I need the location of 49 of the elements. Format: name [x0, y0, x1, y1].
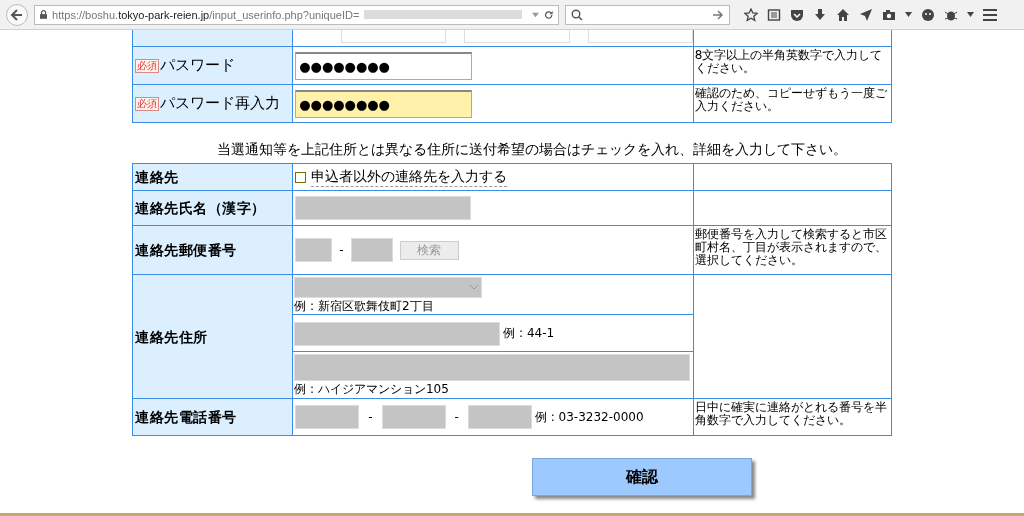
field-label: 連絡先電話番号	[134, 409, 237, 425]
confirm-button[interactable]: 確認	[532, 458, 752, 496]
example-text: 例 : 03-3232-0000	[534, 408, 644, 426]
search-icon	[571, 8, 583, 21]
camera-icon[interactable]	[882, 7, 896, 22]
separator-text: -	[454, 410, 459, 424]
hint-text: 郵便番号を入力して検索すると市区町村名、丁目が表示されますので、選択してください。	[694, 227, 887, 267]
search-field[interactable]	[565, 4, 730, 25]
field-label: 連絡先住所	[134, 328, 208, 345]
back-button[interactable]	[6, 3, 28, 26]
chat-icon[interactable]	[921, 7, 935, 22]
home-icon[interactable]	[836, 7, 850, 22]
star-icon[interactable]	[744, 7, 758, 22]
input-field[interactable]	[587, 30, 693, 43]
dropdown-icon[interactable]	[967, 12, 974, 17]
pocket-icon[interactable]	[790, 7, 804, 22]
notice-text: 当選通知等を上記住所とは異なる住所に送付希望の場合はチェックを入れ、詳細を入力して下さい。	[216, 141, 848, 159]
password-field[interactable]: ●●●●●●●●	[295, 89, 473, 118]
password-field[interactable]: ●●●●●●●●	[295, 51, 473, 80]
url-text: https://boshu.tokyo-park-reien.jp/input_userinfo.php?uniqueID=	[52, 8, 360, 21]
address-bar[interactable]: https://boshu.tokyo-park-reien.jp/input_userinfo.php?uniqueID=	[34, 4, 559, 25]
lock-icon	[40, 9, 48, 20]
download-icon[interactable]	[813, 7, 827, 22]
hint-text: 確認のため、コピーせずもう一度ご入力ください。	[694, 86, 887, 113]
reload-icon[interactable]	[543, 8, 553, 21]
input-field[interactable]	[464, 30, 570, 43]
dropdown-icon[interactable]	[905, 12, 912, 17]
separator-text: -	[339, 243, 344, 257]
input-field[interactable]	[341, 30, 447, 43]
field-label: 連絡先氏名（漢字）	[134, 200, 266, 216]
field-label: パスワード再入力	[160, 94, 280, 113]
separator-text: -	[368, 410, 373, 424]
field-label: 連絡先	[134, 169, 179, 185]
example-text: 例 : ハイジアマンション105	[294, 381, 450, 398]
hint-text: 日中に確実に連絡がとれる番号を半角数字で入力してください。	[694, 400, 887, 427]
hint-text: 8文字以上の半角英数字で入力してください。	[694, 48, 883, 75]
field-label: パスワード	[160, 56, 235, 75]
send-icon[interactable]	[859, 7, 873, 22]
required-badge: 必須	[135, 96, 159, 111]
checkbox[interactable]	[295, 171, 307, 183]
back-arrow-icon	[10, 7, 24, 22]
arrow-icon[interactable]	[713, 9, 724, 20]
chevron-down-icon	[470, 285, 479, 290]
reading-list-icon[interactable]	[767, 7, 781, 22]
example-text: 例 : 新宿区歌舞伎町2丁目	[294, 298, 435, 315]
required-badge: 必須	[135, 58, 159, 73]
menu-icon[interactable]	[983, 8, 997, 21]
example-text: 例 : 44-1	[503, 325, 555, 342]
field-label: 連絡先郵便番号	[134, 242, 237, 258]
